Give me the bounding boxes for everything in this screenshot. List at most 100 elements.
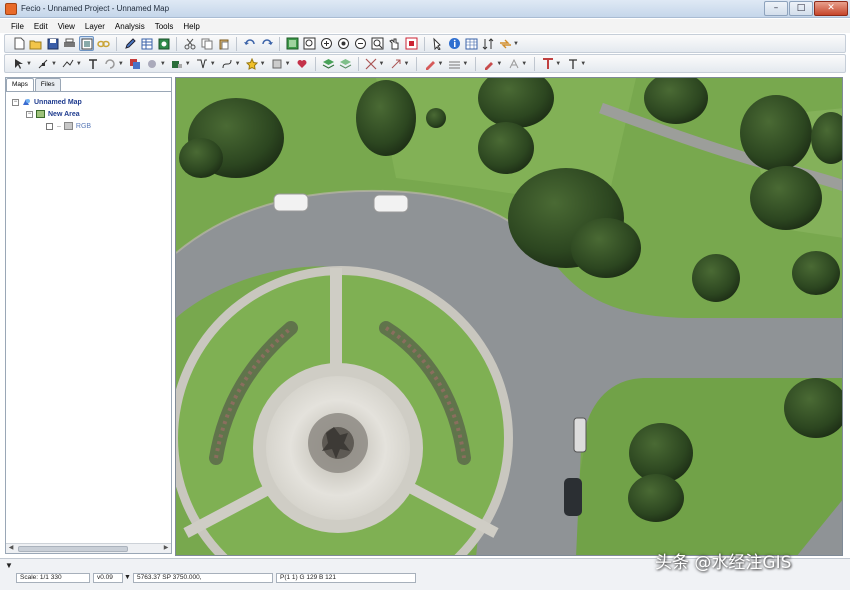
chevron-down-icon[interactable]: ▼ xyxy=(210,61,216,67)
new-icon[interactable] xyxy=(11,36,26,51)
info-icon[interactable] xyxy=(447,36,462,51)
chevron-down-icon[interactable]: ▼ xyxy=(160,61,166,67)
transform-icon[interactable] xyxy=(364,56,379,71)
zoom-window-icon[interactable] xyxy=(353,36,368,51)
zoom-extent-icon[interactable] xyxy=(285,36,300,51)
open-icon[interactable] xyxy=(28,36,43,51)
text-tool-icon[interactable] xyxy=(540,56,555,71)
stack2-icon[interactable] xyxy=(338,56,353,71)
info-icon[interactable] xyxy=(430,36,445,51)
area-name: New Area xyxy=(48,110,80,118)
layer-visibility-checkbox[interactable] xyxy=(46,122,53,130)
chevron-down-icon[interactable]: ▼ xyxy=(260,61,266,67)
chevron-down-icon[interactable]: ▼ xyxy=(124,574,131,581)
identify-icon[interactable] xyxy=(404,36,419,51)
undo-icon[interactable] xyxy=(242,36,257,51)
snap-icon[interactable] xyxy=(388,56,403,71)
measure-icon[interactable] xyxy=(195,56,210,71)
chevron-down-icon[interactable]: ▼ xyxy=(496,61,502,67)
watermark-text: 头条 @水经注GIS xyxy=(655,553,792,573)
rotate-icon[interactable] xyxy=(103,56,118,71)
maximize-button[interactable]: □ xyxy=(789,1,813,16)
panel-tabs: Maps Files xyxy=(6,78,62,91)
menu-analysis[interactable]: Analysis xyxy=(110,22,150,31)
menu-view[interactable]: View xyxy=(53,22,80,31)
link-icon[interactable] xyxy=(96,36,111,51)
pan-icon[interactable] xyxy=(370,36,385,51)
chevron-down-icon[interactable]: ▼ xyxy=(285,61,291,67)
node-icon[interactable] xyxy=(36,56,51,71)
chevron-down-icon[interactable]: ▼ xyxy=(76,61,82,67)
chevron-down-icon[interactable]: ▼ xyxy=(580,61,586,67)
copy-icon[interactable] xyxy=(199,36,214,51)
font-size-icon[interactable] xyxy=(506,56,521,71)
bezier-icon[interactable] xyxy=(220,56,235,71)
dropdown-arrow-icon[interactable]: ▼ xyxy=(5,561,13,570)
database-icon[interactable] xyxy=(156,36,171,51)
cut-icon[interactable] xyxy=(182,36,197,51)
refresh-icon[interactable] xyxy=(387,36,402,51)
tree-item-map[interactable]: − Unnamed Map xyxy=(12,97,82,107)
scroll-left-icon[interactable]: ◀ xyxy=(6,544,16,553)
chevron-down-icon[interactable]: ▼ xyxy=(555,61,561,67)
menu-edit[interactable]: Edit xyxy=(29,22,53,31)
pointer-icon[interactable] xyxy=(11,56,26,71)
zoom-in-icon[interactable] xyxy=(302,36,317,51)
tab-maps[interactable]: Maps xyxy=(6,78,34,91)
save-icon[interactable] xyxy=(45,36,60,51)
line-icon[interactable] xyxy=(61,56,76,71)
text-icon[interactable] xyxy=(565,56,580,71)
chevron-down-icon[interactable]: ▼ xyxy=(462,61,468,67)
star-icon[interactable] xyxy=(245,56,260,71)
menu-help[interactable]: Help xyxy=(178,22,204,31)
chevron-down-icon[interactable]: ▼ xyxy=(185,61,191,67)
layout-icon[interactable] xyxy=(79,36,94,51)
horizontal-scrollbar[interactable]: ◀ ▶ xyxy=(6,543,171,553)
print-icon[interactable] xyxy=(62,36,77,51)
chevron-down-icon[interactable]: ▼ xyxy=(521,61,527,67)
toolbar-separator xyxy=(314,56,316,71)
fill-icon[interactable] xyxy=(170,56,185,71)
heart-icon[interactable] xyxy=(295,56,310,71)
draw-icon[interactable] xyxy=(422,56,437,71)
line-style-icon[interactable] xyxy=(447,56,462,71)
brush-icon[interactable] xyxy=(481,56,496,71)
text-icon[interactable] xyxy=(86,56,101,71)
sort-icon[interactable] xyxy=(481,36,496,51)
minimize-button[interactable]: – xyxy=(764,1,788,16)
layer-style-icon[interactable] xyxy=(145,56,160,71)
map-canvas[interactable] xyxy=(175,77,843,556)
tab-files[interactable]: Files xyxy=(34,78,61,91)
tree-item-area[interactable]: − New Area xyxy=(26,109,80,119)
tree-item-layer[interactable]: – RGB xyxy=(46,121,91,131)
select-icon[interactable] xyxy=(498,36,513,51)
chevron-down-icon[interactable]: ▼ xyxy=(513,41,519,47)
chevron-down-icon[interactable]: ▼ xyxy=(118,61,124,67)
collapse-icon[interactable]: − xyxy=(26,110,33,118)
paint-icon[interactable] xyxy=(128,56,143,71)
chevron-down-icon[interactable]: ▼ xyxy=(379,61,385,67)
zoom-previous-icon[interactable] xyxy=(336,36,351,51)
menu-file[interactable]: File xyxy=(6,22,29,31)
scrollbar-thumb[interactable] xyxy=(18,546,128,552)
map-name: Unnamed Map xyxy=(34,98,82,106)
chevron-down-icon[interactable]: ▼ xyxy=(403,61,409,67)
toolbar-separator xyxy=(475,56,477,71)
chevron-down-icon[interactable]: ▼ xyxy=(437,61,443,67)
paste-icon[interactable] xyxy=(216,36,231,51)
edit-icon[interactable] xyxy=(122,36,137,51)
table-icon[interactable] xyxy=(139,36,154,51)
stack-icon[interactable] xyxy=(321,56,336,71)
chevron-down-icon[interactable]: ▼ xyxy=(26,61,32,67)
menu-layer[interactable]: Layer xyxy=(80,22,110,31)
chevron-down-icon[interactable]: ▼ xyxy=(235,61,241,67)
redo-icon[interactable] xyxy=(259,36,274,51)
color-icon[interactable] xyxy=(270,56,285,71)
chevron-down-icon[interactable]: ▼ xyxy=(51,61,57,67)
scroll-right-icon[interactable]: ▶ xyxy=(161,544,171,553)
grid-icon[interactable] xyxy=(464,36,479,51)
menu-tools[interactable]: Tools xyxy=(150,22,179,31)
zoom-out-icon[interactable] xyxy=(319,36,334,51)
close-button[interactable]: ✕ xyxy=(814,1,848,16)
collapse-icon[interactable]: − xyxy=(12,98,19,106)
